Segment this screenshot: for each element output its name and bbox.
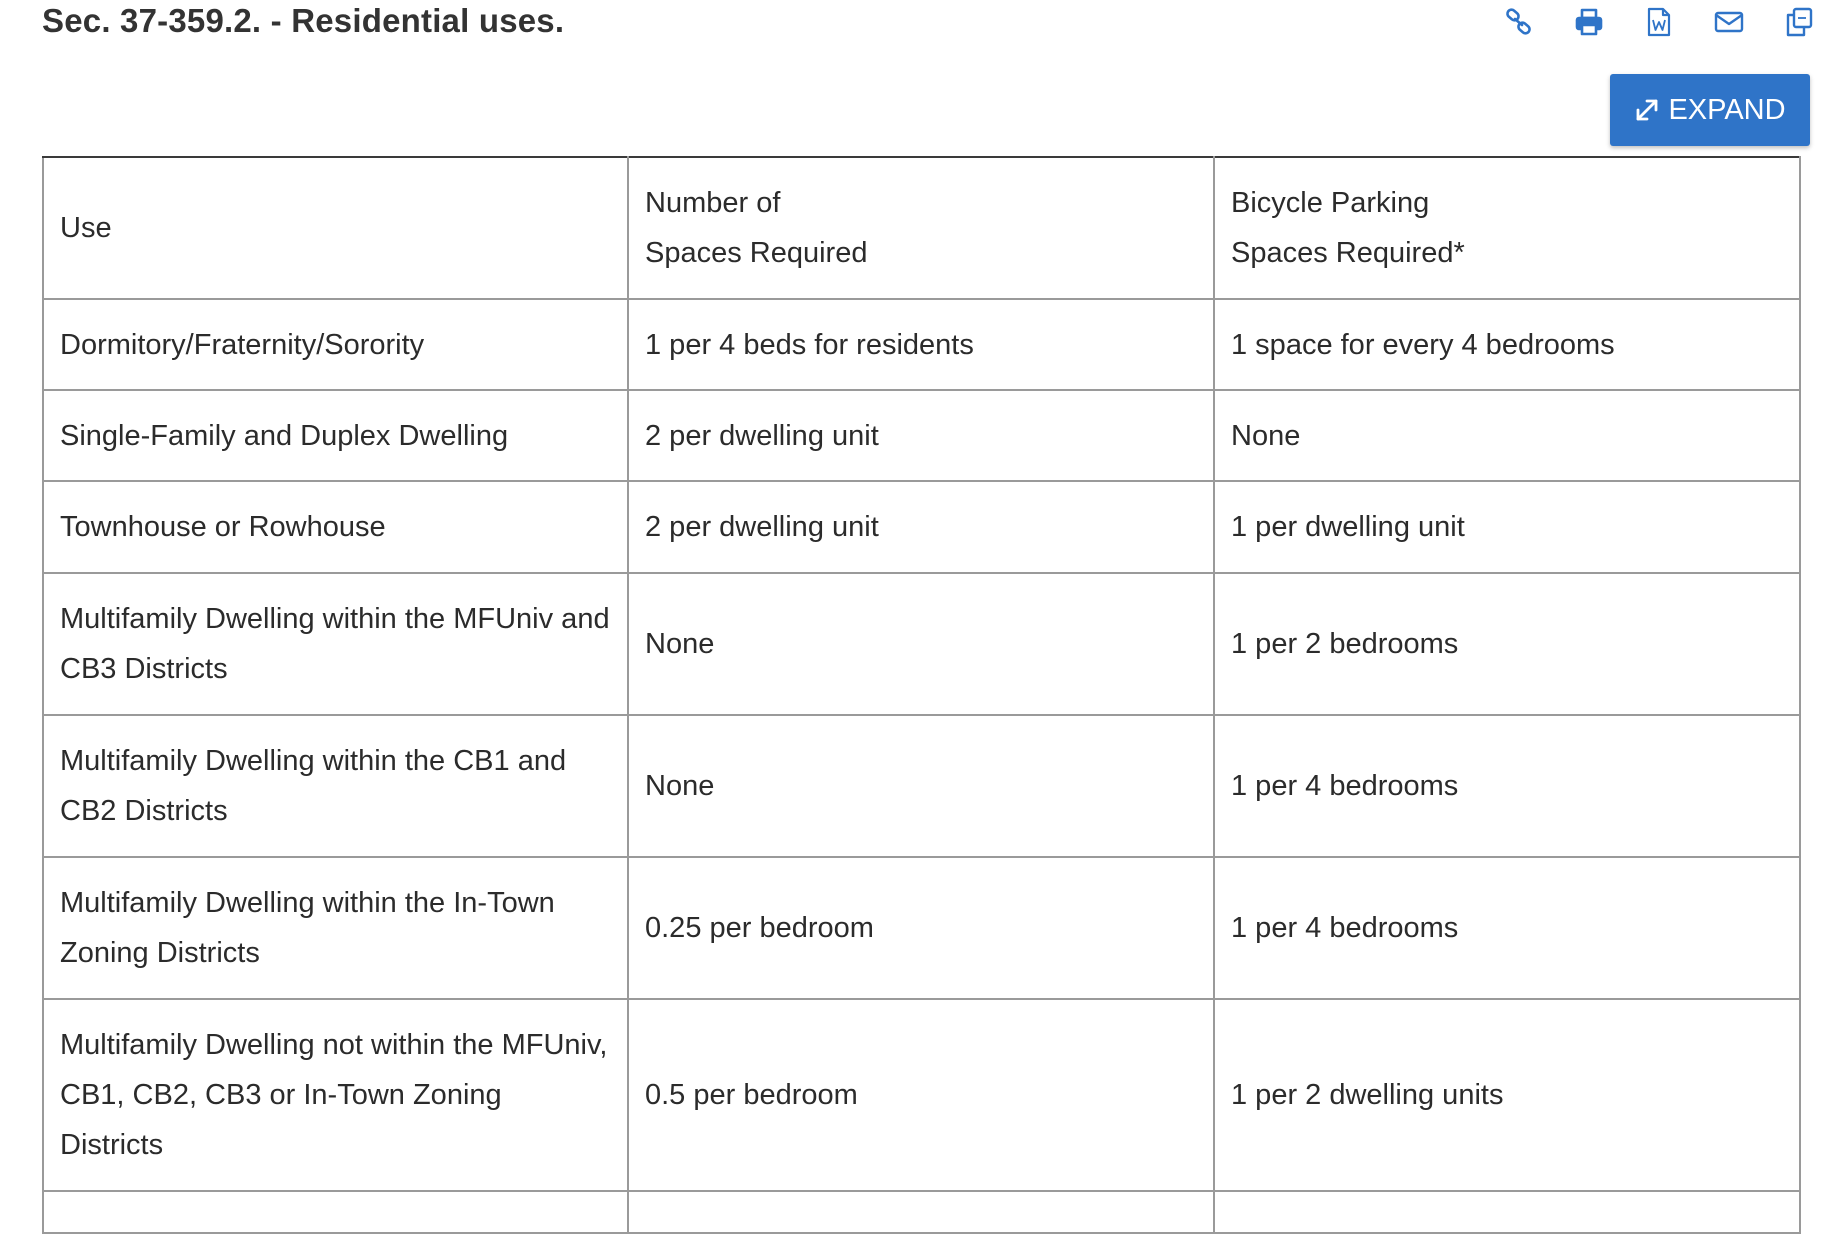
header-use: Use bbox=[42, 156, 629, 300]
cell-bicycle-empty bbox=[1213, 1190, 1801, 1234]
expand-button-label: EXPAND bbox=[1668, 93, 1786, 126]
cell-spaces: None bbox=[627, 572, 1215, 716]
table-row: Multifamily Dwelling within the In-Town … bbox=[42, 856, 1801, 1000]
cell-bicycle: None bbox=[1213, 389, 1801, 482]
table-row: Single-Family and Duplex Dwelling 2 per … bbox=[42, 389, 1801, 482]
parking-requirements-table: Use Number of Spaces Required Bicycle Pa… bbox=[42, 156, 1801, 1234]
header-spaces-line1: Number of bbox=[645, 187, 781, 219]
cell-use: Townhouse or Rowhouse bbox=[42, 480, 629, 574]
cell-spaces: 1 per 4 beds for residents bbox=[627, 298, 1215, 391]
cell-bicycle: 1 space for every 4 bedrooms bbox=[1213, 298, 1801, 391]
table-row: Townhouse or Rowhouse 2 per dwelling uni… bbox=[42, 480, 1801, 574]
cell-spaces: 0.5 per bedroom bbox=[627, 998, 1215, 1192]
table-row: Multifamily Dwelling not within the MFUn… bbox=[42, 998, 1801, 1192]
header-bike-line2: Spaces Required* bbox=[1231, 237, 1465, 269]
toolbar bbox=[1504, 6, 1814, 38]
cell-spaces-empty bbox=[627, 1190, 1215, 1234]
email-icon[interactable] bbox=[1714, 6, 1744, 38]
cell-use: Multifamily Dwelling not within the MFUn… bbox=[42, 998, 629, 1192]
table-header-row: Use Number of Spaces Required Bicycle Pa… bbox=[42, 156, 1801, 300]
header-use-label: Use bbox=[60, 212, 112, 244]
cell-use-empty bbox=[42, 1190, 629, 1234]
expand-arrows-icon bbox=[1637, 99, 1658, 121]
cell-bicycle: 1 per 4 bedrooms bbox=[1213, 856, 1801, 1000]
copy-icon[interactable] bbox=[1784, 6, 1814, 38]
cell-bicycle: 1 per 2 dwelling units bbox=[1213, 998, 1801, 1192]
table-row: Dormitory/Fraternity/Sorority 1 per 4 be… bbox=[42, 298, 1801, 391]
word-doc-icon[interactable] bbox=[1644, 6, 1674, 38]
cell-use: Multifamily Dwelling within the MFUniv a… bbox=[42, 572, 629, 716]
page-title: Sec. 37-359.2. - Residential uses. bbox=[42, 2, 565, 39]
cell-spaces: 0.25 per bedroom bbox=[627, 856, 1215, 1000]
table-row-partial bbox=[42, 1190, 1801, 1234]
header-spaces-line2: Spaces Required bbox=[645, 237, 868, 269]
cell-bicycle: 1 per 2 bedrooms bbox=[1213, 572, 1801, 716]
cell-bicycle: 1 per 4 bedrooms bbox=[1213, 714, 1801, 858]
table-row: Multifamily Dwelling within the CB1 and … bbox=[42, 714, 1801, 858]
link-icon[interactable] bbox=[1504, 6, 1534, 38]
cell-spaces: 2 per dwelling unit bbox=[627, 480, 1215, 574]
cell-use: Multifamily Dwelling within the CB1 and … bbox=[42, 714, 629, 858]
print-icon[interactable] bbox=[1574, 6, 1604, 38]
header-spaces-required: Number of Spaces Required bbox=[627, 156, 1215, 300]
cell-spaces: 2 per dwelling unit bbox=[627, 389, 1215, 482]
cell-use: Dormitory/Fraternity/Sorority bbox=[42, 298, 629, 391]
header-bike-line1: Bicycle Parking bbox=[1231, 187, 1430, 219]
expand-button[interactable]: EXPAND bbox=[1610, 74, 1810, 146]
table-row: Multifamily Dwelling within the MFUniv a… bbox=[42, 572, 1801, 716]
cell-spaces: None bbox=[627, 714, 1215, 858]
cell-bicycle: 1 per dwelling unit bbox=[1213, 480, 1801, 574]
cell-use: Single-Family and Duplex Dwelling bbox=[42, 389, 629, 482]
header-bicycle-spaces: Bicycle Parking Spaces Required* bbox=[1213, 156, 1801, 300]
cell-use: Multifamily Dwelling within the In-Town … bbox=[42, 856, 629, 1000]
